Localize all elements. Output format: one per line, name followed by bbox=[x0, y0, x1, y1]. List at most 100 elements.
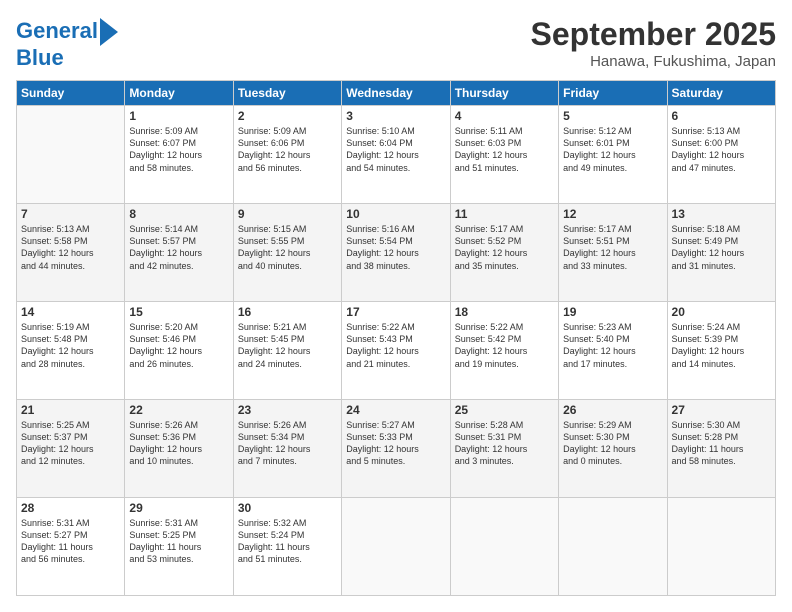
day-number: 19 bbox=[563, 305, 662, 319]
day-number: 17 bbox=[346, 305, 445, 319]
title-block: September 2025 Hanawa, Fukushima, Japan bbox=[531, 16, 776, 70]
header-friday: Friday bbox=[559, 81, 667, 106]
day-number: 29 bbox=[129, 501, 228, 515]
day-info: Sunrise: 5:19 AM Sunset: 5:48 PM Dayligh… bbox=[21, 321, 120, 370]
table-row: 13 Sunrise: 5:18 AM Sunset: 5:49 PM Dayli… bbox=[667, 204, 775, 302]
day-info: Sunrise: 5:21 AM Sunset: 5:45 PM Dayligh… bbox=[238, 321, 337, 370]
day-info: Sunrise: 5:27 AM Sunset: 5:33 PM Dayligh… bbox=[346, 419, 445, 468]
day-info: Sunrise: 5:10 AM Sunset: 6:04 PM Dayligh… bbox=[346, 125, 445, 174]
table-row: 22 Sunrise: 5:26 AM Sunset: 5:36 PM Dayli… bbox=[125, 400, 233, 498]
day-number: 1 bbox=[129, 109, 228, 123]
day-info: Sunrise: 5:30 AM Sunset: 5:28 PM Dayligh… bbox=[672, 419, 771, 468]
table-row: 4 Sunrise: 5:11 AM Sunset: 6:03 PM Daylig… bbox=[450, 106, 558, 204]
day-number: 9 bbox=[238, 207, 337, 221]
month-title: September 2025 bbox=[531, 16, 776, 53]
table-row: 8Sunrise: 5:14 AM Sunset: 5:57 PM Daylig… bbox=[125, 204, 233, 302]
calendar-week-row: 28Sunrise: 5:31 AM Sunset: 5:27 PM Dayli… bbox=[17, 498, 776, 596]
day-number: 25 bbox=[455, 403, 554, 417]
table-row: 19 Sunrise: 5:23 AM Sunset: 5:40 PM Dayli… bbox=[559, 302, 667, 400]
table-row: 14Sunrise: 5:19 AM Sunset: 5:48 PM Dayli… bbox=[17, 302, 125, 400]
table-row bbox=[342, 498, 450, 596]
day-number: 20 bbox=[672, 305, 771, 319]
page: General Blue September 2025 Hanawa, Fuku… bbox=[0, 0, 792, 612]
day-info: Sunrise: 5:16 AM Sunset: 5:54 PM Dayligh… bbox=[346, 223, 445, 272]
day-number: 4 bbox=[455, 109, 554, 123]
day-info: Sunrise: 5:26 AM Sunset: 5:34 PM Dayligh… bbox=[238, 419, 337, 468]
day-number: 3 bbox=[346, 109, 445, 123]
calendar-table: Sunday Monday Tuesday Wednesday Thursday… bbox=[16, 80, 776, 596]
day-info: Sunrise: 5:25 AM Sunset: 5:37 PM Dayligh… bbox=[21, 419, 120, 468]
day-info: Sunrise: 5:26 AM Sunset: 5:36 PM Dayligh… bbox=[129, 419, 228, 468]
day-number: 24 bbox=[346, 403, 445, 417]
logo-arrow-icon bbox=[100, 18, 118, 46]
table-row: 21 Sunrise: 5:25 AM Sunset: 5:37 PM Dayli… bbox=[17, 400, 125, 498]
table-row: 28Sunrise: 5:31 AM Sunset: 5:27 PM Dayli… bbox=[17, 498, 125, 596]
table-row: 5 Sunrise: 5:12 AM Sunset: 6:01 PM Daylig… bbox=[559, 106, 667, 204]
table-row: 15 Sunrise: 5:20 AM Sunset: 5:46 PM Dayli… bbox=[125, 302, 233, 400]
calendar-week-row: 14Sunrise: 5:19 AM Sunset: 5:48 PM Dayli… bbox=[17, 302, 776, 400]
header-sunday: Sunday bbox=[17, 81, 125, 106]
day-info: Sunrise: 5:09 AM Sunset: 6:07 PM Dayligh… bbox=[129, 125, 228, 174]
day-number: 10 bbox=[346, 207, 445, 221]
day-info: Sunrise: 5:31 AM Sunset: 5:25 PM Dayligh… bbox=[129, 517, 228, 566]
day-info: Sunrise: 5:20 AM Sunset: 5:46 PM Dayligh… bbox=[129, 321, 228, 370]
calendar-week-row: 7 Sunrise: 5:13 AM Sunset: 5:58 PM Daylig… bbox=[17, 204, 776, 302]
day-number: 13 bbox=[672, 207, 771, 221]
day-info: Sunrise: 5:22 AM Sunset: 5:43 PM Dayligh… bbox=[346, 321, 445, 370]
day-info: Sunrise: 5:12 AM Sunset: 6:01 PM Dayligh… bbox=[563, 125, 662, 174]
day-number: 6 bbox=[672, 109, 771, 123]
day-number: 27 bbox=[672, 403, 771, 417]
day-info: Sunrise: 5:18 AM Sunset: 5:49 PM Dayligh… bbox=[672, 223, 771, 272]
day-number: 7 bbox=[21, 207, 120, 221]
table-row: 26Sunrise: 5:29 AM Sunset: 5:30 PM Dayli… bbox=[559, 400, 667, 498]
day-info: Sunrise: 5:11 AM Sunset: 6:03 PM Dayligh… bbox=[455, 125, 554, 174]
table-row: 29 Sunrise: 5:31 AM Sunset: 5:25 PM Dayli… bbox=[125, 498, 233, 596]
table-row bbox=[559, 498, 667, 596]
day-info: Sunrise: 5:28 AM Sunset: 5:31 PM Dayligh… bbox=[455, 419, 554, 468]
table-row: 23 Sunrise: 5:26 AM Sunset: 5:34 PM Dayli… bbox=[233, 400, 341, 498]
day-number: 11 bbox=[455, 207, 554, 221]
weekday-header-row: Sunday Monday Tuesday Wednesday Thursday… bbox=[17, 81, 776, 106]
day-number: 5 bbox=[563, 109, 662, 123]
table-row: 24 Sunrise: 5:27 AM Sunset: 5:33 PM Dayli… bbox=[342, 400, 450, 498]
table-row: 7 Sunrise: 5:13 AM Sunset: 5:58 PM Daylig… bbox=[17, 204, 125, 302]
day-number: 30 bbox=[238, 501, 337, 515]
day-number: 28 bbox=[21, 501, 120, 515]
calendar-week-row: 21 Sunrise: 5:25 AM Sunset: 5:37 PM Dayli… bbox=[17, 400, 776, 498]
day-number: 22 bbox=[129, 403, 228, 417]
day-info: Sunrise: 5:15 AM Sunset: 5:55 PM Dayligh… bbox=[238, 223, 337, 272]
header-saturday: Saturday bbox=[667, 81, 775, 106]
day-info: Sunrise: 5:23 AM Sunset: 5:40 PM Dayligh… bbox=[563, 321, 662, 370]
table-row: 27 Sunrise: 5:30 AM Sunset: 5:28 PM Dayli… bbox=[667, 400, 775, 498]
day-number: 26 bbox=[563, 403, 662, 417]
day-info: Sunrise: 5:14 AM Sunset: 5:57 PM Dayligh… bbox=[129, 223, 228, 272]
table-row: 10 Sunrise: 5:16 AM Sunset: 5:54 PM Dayli… bbox=[342, 204, 450, 302]
day-info: Sunrise: 5:09 AM Sunset: 6:06 PM Dayligh… bbox=[238, 125, 337, 174]
table-row: 25 Sunrise: 5:28 AM Sunset: 5:31 PM Dayli… bbox=[450, 400, 558, 498]
table-row: 20 Sunrise: 5:24 AM Sunset: 5:39 PM Dayli… bbox=[667, 302, 775, 400]
table-row: 6 Sunrise: 5:13 AM Sunset: 6:00 PM Daylig… bbox=[667, 106, 775, 204]
table-row: 12Sunrise: 5:17 AM Sunset: 5:51 PM Dayli… bbox=[559, 204, 667, 302]
table-row bbox=[667, 498, 775, 596]
table-row: 18Sunrise: 5:22 AM Sunset: 5:42 PM Dayli… bbox=[450, 302, 558, 400]
day-info: Sunrise: 5:13 AM Sunset: 5:58 PM Dayligh… bbox=[21, 223, 120, 272]
logo-text: General bbox=[16, 19, 98, 43]
day-info: Sunrise: 5:17 AM Sunset: 5:52 PM Dayligh… bbox=[455, 223, 554, 272]
table-row: 30 Sunrise: 5:32 AM Sunset: 5:24 PM Dayli… bbox=[233, 498, 341, 596]
day-info: Sunrise: 5:32 AM Sunset: 5:24 PM Dayligh… bbox=[238, 517, 337, 566]
day-number: 23 bbox=[238, 403, 337, 417]
logo: General Blue bbox=[16, 16, 118, 70]
header-thursday: Thursday bbox=[450, 81, 558, 106]
day-number: 16 bbox=[238, 305, 337, 319]
day-number: 15 bbox=[129, 305, 228, 319]
day-info: Sunrise: 5:13 AM Sunset: 6:00 PM Dayligh… bbox=[672, 125, 771, 174]
table-row bbox=[17, 106, 125, 204]
header-tuesday: Tuesday bbox=[233, 81, 341, 106]
location-title: Hanawa, Fukushima, Japan bbox=[531, 53, 776, 70]
day-number: 2 bbox=[238, 109, 337, 123]
day-info: Sunrise: 5:24 AM Sunset: 5:39 PM Dayligh… bbox=[672, 321, 771, 370]
day-info: Sunrise: 5:22 AM Sunset: 5:42 PM Dayligh… bbox=[455, 321, 554, 370]
day-number: 21 bbox=[21, 403, 120, 417]
table-row: 9 Sunrise: 5:15 AM Sunset: 5:55 PM Daylig… bbox=[233, 204, 341, 302]
table-row bbox=[450, 498, 558, 596]
